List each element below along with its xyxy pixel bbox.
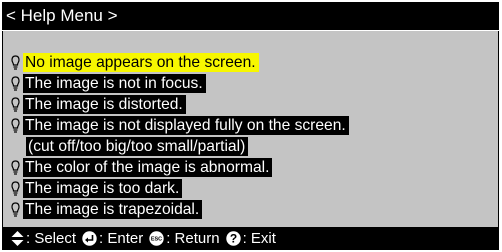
select-hint: : Select <box>26 230 77 247</box>
lightbulb-icon <box>11 200 20 219</box>
menu-item-not-in-focus[interactable]: The image is not in focus. <box>11 73 349 94</box>
enter-icon <box>82 231 97 246</box>
esc-icon-text: ESC <box>151 237 162 243</box>
menu-item-label: The image is not in focus. <box>23 74 206 93</box>
menu-item-color-abnormal[interactable]: The color of the image is abnormal. <box>11 157 349 178</box>
menu-item-label: The image is too dark. <box>23 179 183 198</box>
menu-item-no-image[interactable]: No image appears on the screen. <box>11 52 349 73</box>
menu-item-label: The image is trapezoidal. <box>23 200 203 219</box>
menu-item-subtext: (cut off/too big/too small/partial) <box>11 136 349 157</box>
help-icon: ? <box>225 231 241 246</box>
lightbulb-icon <box>11 53 20 72</box>
help-menu-panel: No image appears on the screen. The imag… <box>2 31 499 227</box>
menu-item-distorted[interactable]: The image is distorted. <box>11 94 349 115</box>
help-menu-screen: < Help Menu > No image appears on the sc… <box>0 0 502 252</box>
menu-item-trapezoidal[interactable]: The image is trapezoidal. <box>11 199 349 220</box>
menu-item-label: The image is distorted. <box>23 95 186 114</box>
menu-item-label: The image is not displayed fully on the … <box>23 116 349 135</box>
lightbulb-icon <box>11 179 20 198</box>
lightbulb-icon <box>11 158 20 177</box>
title-bar: < Help Menu > <box>2 2 499 30</box>
help-icon-text: ? <box>229 232 236 246</box>
menu-item-too-dark[interactable]: The image is too dark. <box>11 178 349 199</box>
lightbulb-icon <box>11 116 20 135</box>
esc-icon: ESC <box>149 231 164 246</box>
page-title: < Help Menu > <box>6 6 118 25</box>
up-down-arrows-icon <box>11 231 24 246</box>
return-hint: : Return <box>166 230 220 247</box>
menu-item-label: No image appears on the screen. <box>23 53 259 72</box>
menu-item-label: The color of the image is abnormal. <box>23 158 273 177</box>
footer-bar: : Select : Enter ESC : Return ? : Exit <box>2 227 499 250</box>
exit-hint: : Exit <box>242 230 276 247</box>
lightbulb-icon <box>11 95 20 114</box>
menu-item-not-displayed-fully[interactable]: The image is not displayed fully on the … <box>11 115 349 136</box>
menu-list: No image appears on the screen. The imag… <box>11 52 349 220</box>
lightbulb-icon <box>11 74 20 93</box>
enter-hint: : Enter <box>99 230 144 247</box>
menu-item-subtext-label: (cut off/too big/too small/partial) <box>26 137 249 156</box>
